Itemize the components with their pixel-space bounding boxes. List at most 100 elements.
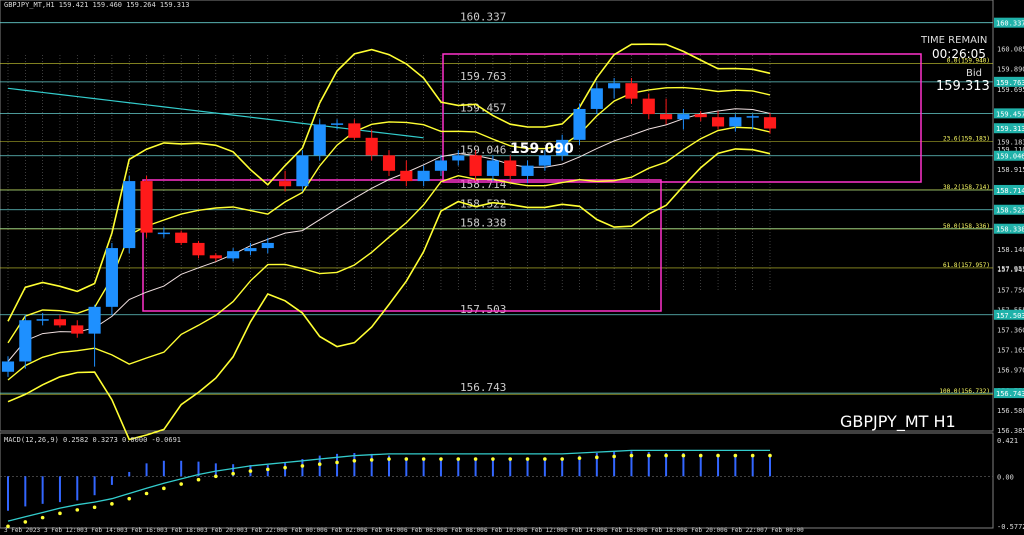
macd-signal-dot [58, 511, 62, 516]
price-tag-label: 156.743 [996, 390, 1024, 398]
candle-body [452, 155, 465, 161]
macd-signal-dot [768, 453, 772, 458]
candle-body [261, 242, 274, 249]
candle-body [694, 114, 707, 118]
macd-signal-dot [75, 508, 80, 512]
macd-signal-dot [543, 457, 547, 461]
candle-body [365, 137, 378, 156]
candle-body [486, 160, 499, 176]
price-level-label: 159.763 [460, 70, 506, 83]
price-axis-label: 157.360 [997, 327, 1024, 335]
macd-signal-dot [23, 520, 28, 524]
lower-box [142, 179, 662, 312]
candle-body [88, 306, 101, 334]
time-axis-label: 6 Feb 12:00 [524, 527, 564, 534]
macd-signal-dot [283, 465, 287, 470]
candle-body [279, 181, 292, 187]
fib-level-label: 23.6(159.183) [943, 136, 990, 143]
macd-signal-dot [577, 456, 582, 460]
macd-signal-dot [439, 457, 443, 461]
macd-signal-dot [508, 457, 513, 461]
candle-body [382, 155, 396, 171]
price-axis-label: 158.140 [997, 246, 1024, 254]
symbol-info: GBPJPY_MT,H1 159.421 159.460 159.264 159… [4, 1, 190, 9]
price-axis-label: 159.695 [997, 86, 1024, 94]
price-tag-label: 159.046 [996, 153, 1024, 161]
macd-axis-label: 0.00 [997, 473, 1014, 481]
macd-signal-dot [560, 457, 564, 461]
chart-window[interactable]: 160.337 159.763 159.457 159.046 158.714 158.5… [0, 0, 1024, 535]
time-axis-label: 6 Feb 00:00 [284, 527, 324, 534]
current-price-label: 159.090 [510, 141, 574, 157]
macd-signal-dot [214, 474, 218, 479]
price-axis-label: 157.750 [997, 286, 1024, 294]
candle-body [504, 160, 517, 176]
price-level-label: 157.503 [460, 303, 506, 316]
time-axis-label: 6 Feb 22:00 [724, 527, 764, 534]
price-tag-label: 158.338 [996, 226, 1024, 234]
candle-body [625, 83, 638, 99]
candle-body [157, 232, 170, 235]
macd-signal-dot [629, 453, 634, 458]
fib-level-label: 50.0(158.336) [943, 223, 990, 230]
macd-signal-dot [698, 453, 703, 458]
price-level-label: 156.743 [460, 381, 506, 394]
time-axis-label: 6 Feb 02:00 [324, 527, 364, 534]
macd-signal-dot [369, 458, 374, 462]
candle-body [608, 83, 621, 89]
macd-axis-label: 0.421 [997, 437, 1018, 445]
macd-signal-dot [646, 453, 651, 458]
candle-body [417, 170, 430, 182]
macd-signal-dot [162, 486, 166, 491]
candle-body [348, 123, 361, 138]
macd-signal-dot [456, 457, 461, 461]
macd-signal-dot [387, 457, 391, 461]
candle-body [469, 155, 482, 176]
macd-signal-dot [127, 496, 132, 501]
candle-body [521, 165, 534, 176]
macd-label: MACD(12,26,9) 0.2582 0.3273 0.0000 -0.06… [4, 436, 182, 444]
price-level-label: 158.338 [460, 217, 506, 230]
price-level-label: 159.457 [460, 101, 506, 114]
macd-signal-dot [733, 453, 738, 458]
macd-pane-border [0, 432, 994, 529]
macd-signal-dot [92, 505, 97, 510]
time-axis-label: 3 Feb 16:00 [124, 527, 164, 534]
macd-signal-dot [317, 462, 322, 467]
candle-body [140, 181, 153, 233]
macd-signal-dot [612, 454, 616, 459]
macd-signal-dot [716, 453, 720, 458]
macd-signal-dot [681, 453, 686, 458]
time-axis-label: 3 Feb 14:00 [84, 527, 124, 534]
macd-signal-dot [40, 515, 45, 520]
time-axis-label: 6 Feb 06:00 [404, 527, 444, 534]
price-axis-label: 157.165 [997, 347, 1024, 355]
candle-body [746, 116, 759, 118]
candle-body [1, 361, 15, 372]
time-axis-label: 6 Feb 18:00 [644, 527, 684, 534]
macd-signal-dot [144, 491, 149, 496]
candle-body [192, 242, 205, 256]
macd-axis-label: -0.5772 [997, 523, 1024, 531]
macd-signal-dot [595, 455, 599, 460]
macd-signal-dot [421, 457, 426, 461]
bid-label: Bid [966, 68, 982, 79]
time-axis-label: 6 Feb 16:00 [604, 527, 644, 534]
time-axis-label: 6 Feb 04:00 [364, 527, 404, 534]
candle-body [175, 232, 188, 243]
fib-level-label: 38.2(158.714) [943, 184, 990, 191]
macd-signal-dot [265, 467, 270, 472]
candle-body [123, 181, 136, 249]
macd-signal-dot [525, 457, 530, 461]
macd-signal-dot [300, 464, 305, 468]
candle-body [227, 251, 240, 259]
macd-signal-dot [6, 524, 10, 529]
candle-body [434, 160, 448, 171]
candle-body [400, 170, 413, 182]
price-chart[interactable]: 160.337 159.763 159.457 159.046 158.714 158.5… [0, 0, 1024, 535]
time-axis-label: 3 Feb 20:00 [204, 527, 244, 534]
macd-signal-dot [750, 453, 755, 458]
macd-signal-dot [196, 477, 201, 482]
macd-signal-dot [491, 457, 495, 461]
candle-body [763, 117, 777, 129]
